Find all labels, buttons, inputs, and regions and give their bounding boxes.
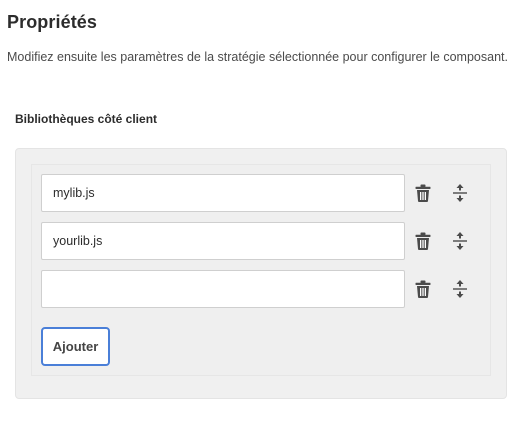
reorder-icon[interactable] [450, 231, 470, 251]
library-input[interactable] [41, 222, 405, 260]
library-row [41, 174, 481, 212]
library-input[interactable] [41, 174, 405, 212]
trash-icon[interactable] [413, 231, 433, 251]
trash-icon[interactable] [413, 279, 433, 299]
page-title: Propriétés [7, 12, 98, 32]
reorder-icon[interactable] [450, 183, 470, 203]
library-row [41, 222, 481, 260]
library-input[interactable] [41, 270, 405, 308]
properties-page: Propriétés Modifiez ensuite les paramètr… [0, 0, 517, 421]
trash-icon[interactable] [413, 183, 433, 203]
reorder-icon[interactable] [450, 279, 470, 299]
client-libraries-label: Bibliothèques côté client [15, 112, 158, 126]
library-row [41, 270, 481, 308]
add-library-button[interactable]: Ajouter [41, 327, 110, 366]
page-description: Modifiez ensuite les paramètres de la st… [7, 50, 508, 64]
